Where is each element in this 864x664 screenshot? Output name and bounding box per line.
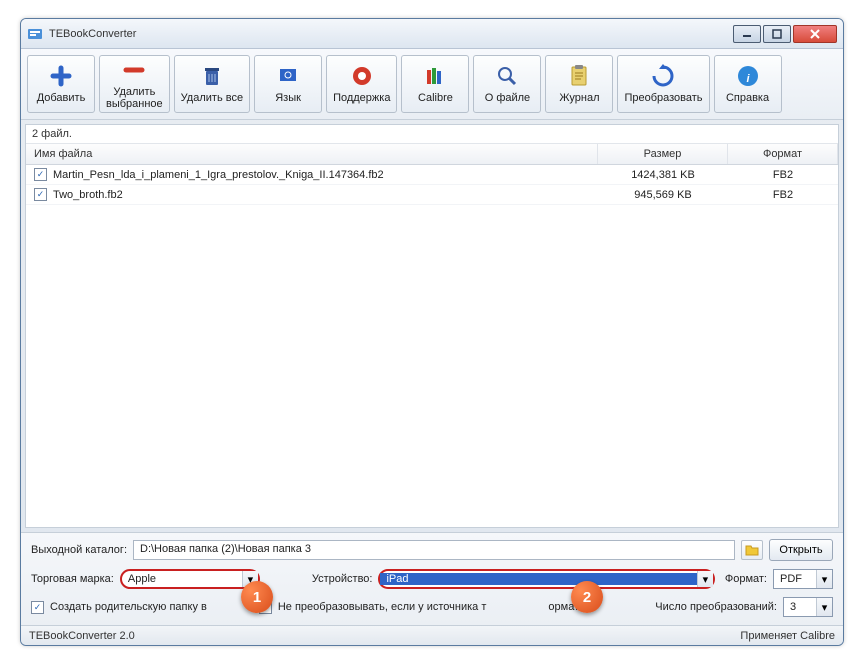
list-header: Имя файла Размер Формат	[26, 144, 838, 165]
flag-icon	[276, 64, 300, 88]
file-name: Two_broth.fb2	[53, 189, 123, 201]
chevron-down-icon: ▾	[816, 598, 832, 616]
maximize-button[interactable]	[763, 25, 791, 43]
toolbar: Добавить Удалить выбранное Удалить все Я…	[21, 49, 843, 120]
language-button[interactable]: Язык	[254, 55, 322, 113]
checkbox-icon[interactable]: ✓	[34, 188, 47, 201]
support-button[interactable]: Поддержка	[326, 55, 397, 113]
list-item[interactable]: ✓ Two_broth.fb2 945,569 KB FB2	[26, 185, 838, 205]
header-name[interactable]: Имя файла	[26, 144, 598, 164]
content-area: 2 файл. Имя файла Размер Формат ✓ Martin_…	[25, 124, 839, 528]
titlebar: TEBookConverter	[21, 19, 843, 49]
header-format[interactable]: Формат	[728, 144, 838, 164]
add-label: Добавить	[37, 92, 86, 104]
help-button[interactable]: i Справка	[714, 55, 782, 113]
output-path-field[interactable]: D:\Новая папка (2)\Новая папка 3	[133, 540, 735, 560]
format-combo[interactable]: PDF ▾	[773, 569, 833, 589]
device-label: Устройство:	[312, 573, 373, 585]
format-value: PDF	[774, 573, 816, 585]
list-body: ✓ Martin_Pesn_lda_i_plameni_1_Igra_presto…	[26, 165, 838, 527]
brand-value: Apple	[122, 573, 242, 585]
skip-same-format-label: Не преобразовывать, если у источника т	[278, 601, 487, 613]
close-button[interactable]	[793, 25, 837, 43]
support-label: Поддержка	[333, 92, 390, 104]
minus-icon	[122, 58, 146, 82]
calibre-label: Calibre	[418, 92, 453, 104]
list-item[interactable]: ✓ Martin_Pesn_lda_i_plameni_1_Igra_presto…	[26, 165, 838, 185]
trash-icon	[200, 64, 224, 88]
file-size: 1424,381 KB	[598, 166, 728, 184]
file-count: 2 файл.	[26, 125, 838, 144]
language-label: Язык	[275, 92, 301, 104]
checkbox-icon[interactable]: ✓	[34, 168, 47, 181]
file-format: FB2	[728, 186, 838, 204]
log-button[interactable]: Журнал	[545, 55, 613, 113]
chevron-down-icon: ▾	[816, 570, 832, 588]
convert-button[interactable]: Преобразовать	[617, 55, 709, 113]
brand-label: Торговая марка:	[31, 573, 114, 585]
brand-combo[interactable]: Apple ▾	[120, 569, 260, 589]
checkbox-icon[interactable]: ✓	[31, 601, 44, 614]
header-size[interactable]: Размер	[598, 144, 728, 164]
convert-label: Преобразовать	[624, 92, 702, 104]
log-label: Журнал	[559, 92, 599, 104]
device-value: iPad	[380, 573, 696, 585]
jobs-value: 3	[784, 601, 816, 613]
plus-icon	[49, 64, 73, 88]
jobs-combo[interactable]: 3 ▾	[783, 597, 833, 617]
jobs-label: Число преобразований:	[655, 601, 777, 613]
chevron-down-icon: ▾	[697, 571, 713, 587]
file-name: Martin_Pesn_lda_i_plameni_1_Igra_prestol…	[53, 169, 384, 181]
browse-button[interactable]	[741, 540, 763, 560]
remove-all-label: Удалить все	[181, 92, 243, 104]
status-left: TEBookConverter 2.0	[29, 630, 135, 642]
file-format: FB2	[728, 166, 838, 184]
device-combo[interactable]: iPad ▾	[378, 569, 714, 589]
about-button[interactable]: О файле	[473, 55, 541, 113]
output-label: Выходной каталог:	[31, 544, 127, 556]
window-title: TEBookConverter	[49, 28, 733, 40]
app-window: TEBookConverter Добавить Удалить выбранн…	[20, 18, 844, 646]
about-label: О файле	[485, 92, 530, 104]
support-icon	[350, 64, 374, 88]
remove-selected-label: Удалить выбранное	[106, 86, 163, 110]
add-button[interactable]: Добавить	[27, 55, 95, 113]
status-right: Применяет Calibre	[740, 630, 835, 642]
annotation-1: 1	[241, 581, 273, 613]
bottom-panel: Выходной каталог: D:\Новая папка (2)\Нов…	[21, 532, 843, 625]
statusbar: TEBookConverter 2.0 Применяет Calibre	[21, 625, 843, 645]
remove-all-button[interactable]: Удалить все	[174, 55, 250, 113]
magnifier-icon	[495, 64, 519, 88]
help-label: Справка	[726, 92, 769, 104]
convert-icon	[651, 64, 675, 88]
folder-icon	[745, 544, 759, 556]
create-folder-checkbox-label: Создать родительскую папку в	[50, 601, 207, 613]
books-icon	[423, 64, 447, 88]
minimize-button[interactable]	[733, 25, 761, 43]
clipboard-icon	[567, 64, 591, 88]
annotation-2: 2	[571, 581, 603, 613]
open-button[interactable]: Открыть	[769, 539, 833, 561]
format-label: Формат:	[725, 573, 767, 585]
calibre-button[interactable]: Calibre	[401, 55, 469, 113]
info-icon: i	[736, 64, 760, 88]
remove-selected-button[interactable]: Удалить выбранное	[99, 55, 170, 113]
file-size: 945,569 KB	[598, 186, 728, 204]
app-icon	[27, 26, 43, 42]
